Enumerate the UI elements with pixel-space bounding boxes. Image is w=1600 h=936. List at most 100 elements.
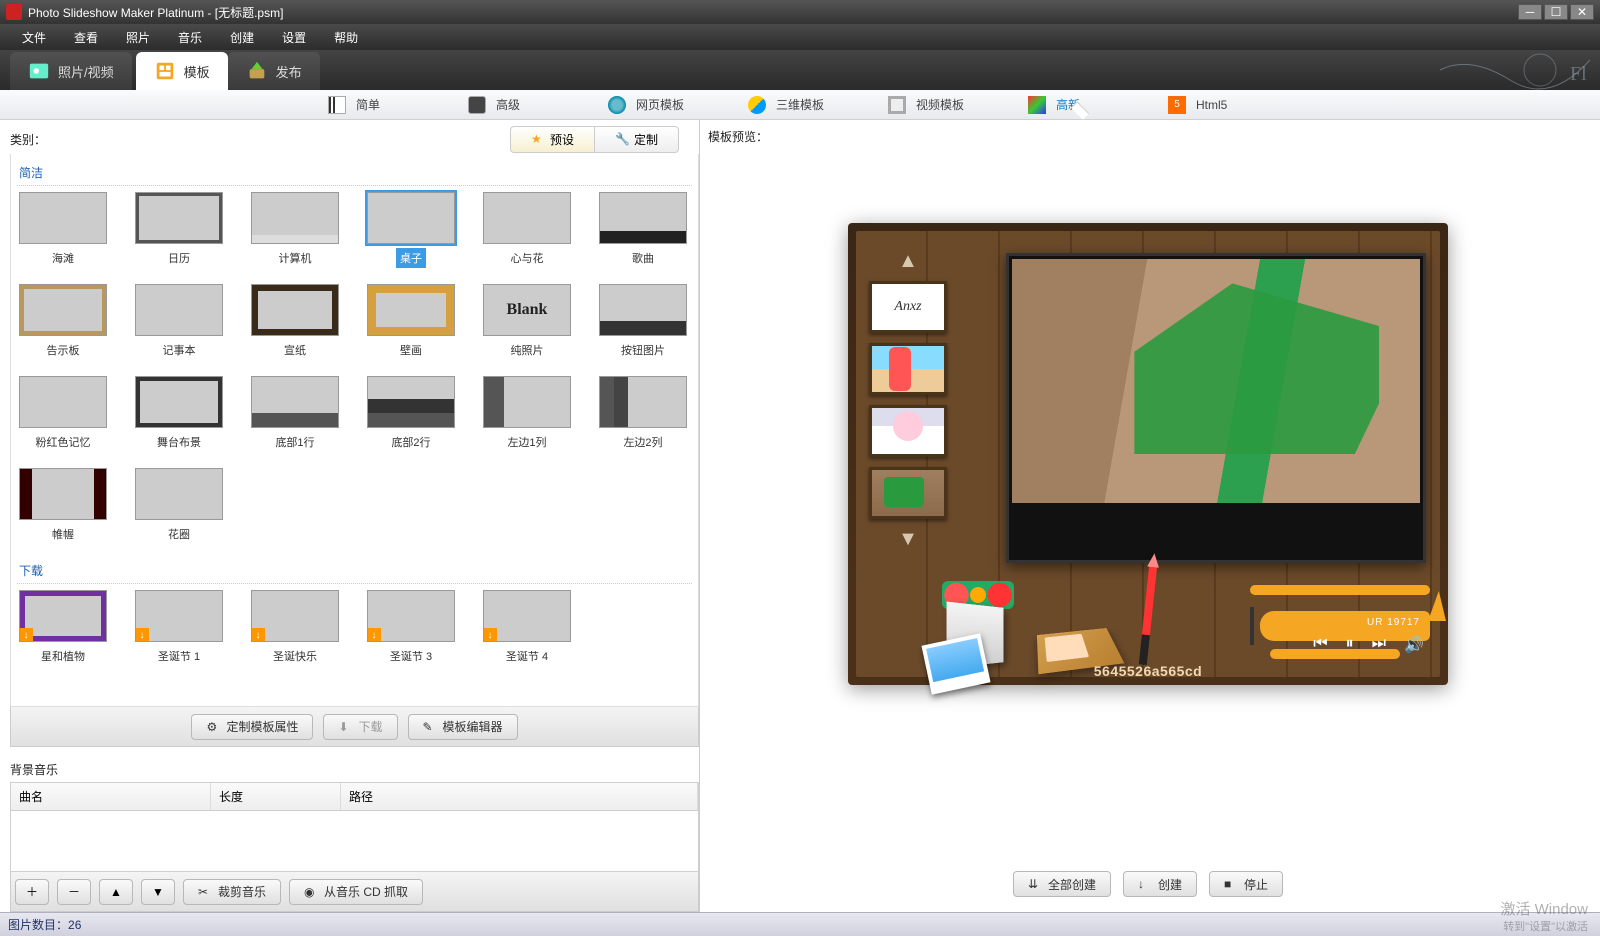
thumb-xmas4[interactable]: ↓圣诞节 4 — [481, 590, 573, 666]
subnav-simple[interactable]: 简单 — [310, 96, 450, 114]
tab-publish[interactable]: 发布 — [228, 52, 320, 90]
template-editor-button[interactable]: ✎模板编辑器 — [408, 714, 518, 740]
thumb-notebook[interactable]: 记事本 — [133, 284, 225, 360]
music-table[interactable]: 曲名 长度 路径 — [10, 782, 699, 872]
create-button[interactable]: ↓创建 — [1123, 871, 1197, 897]
preview-thumbnail-strip: ▲ Anxz ▼ — [858, 251, 958, 549]
category-clean: 简洁 — [17, 160, 692, 186]
template-type-nav: 简单 高级 网页模板 三维模板 视频模板 高新 5Html5 — [0, 90, 1600, 120]
status-count-label: 图片数目： — [8, 916, 68, 933]
move-up-button[interactable]: ▲ — [99, 879, 133, 905]
thumb-blank[interactable]: Blank纯照片 — [481, 284, 573, 360]
minimize-button[interactable]: ─ — [1518, 4, 1542, 20]
stop-button[interactable]: ■停止 — [1209, 871, 1283, 897]
thumb-desk[interactable]: 桌子 — [365, 192, 457, 268]
thumb-xmas1[interactable]: ↓圣诞节 1 — [133, 590, 225, 666]
col-song: 曲名 — [11, 783, 211, 810]
move-down-button[interactable]: ▼ — [141, 879, 175, 905]
subnav-advanced[interactable]: 高级 — [450, 96, 590, 114]
thumb-prev-button[interactable]: ▲ — [898, 251, 918, 271]
tab-photos-video[interactable]: 照片/视频 — [10, 52, 132, 90]
volume-button[interactable]: 🔊 — [1404, 635, 1424, 655]
thumb-stage[interactable]: 舞台布景 — [133, 376, 225, 452]
menu-bar: 文件 查看 照片 音乐 创建 设置 帮助 — [0, 24, 1600, 50]
thumb-wreath[interactable]: 花圈 — [133, 468, 225, 544]
subnav-video[interactable]: 视频模板 — [870, 96, 1010, 114]
thumb-beach[interactable]: 海滩 — [17, 192, 109, 268]
prev-track-button[interactable]: ⏮ — [1313, 635, 1327, 655]
menu-music[interactable]: 音乐 — [164, 25, 216, 50]
thumb-heart-flower[interactable]: 心与花 — [481, 192, 573, 268]
menu-view[interactable]: 查看 — [60, 25, 112, 50]
maximize-button[interactable]: ☐ — [1544, 4, 1568, 20]
download-badge-icon: ↓ — [19, 628, 33, 642]
preset-custom-tabs: ★预设 🔧定制 — [510, 126, 679, 153]
close-button[interactable]: ✕ — [1570, 4, 1594, 20]
download-button[interactable]: ⬇下载 — [323, 714, 397, 740]
thumb-curtain[interactable]: 帷幄 — [17, 468, 109, 544]
preview-thumb-4[interactable] — [869, 467, 947, 519]
subnav-3d[interactable]: 三维模板 — [730, 96, 870, 114]
thumb-left2[interactable]: 左边2列 — [597, 376, 689, 452]
thumb-next-button[interactable]: ▼ — [898, 529, 918, 549]
menu-help[interactable]: 帮助 — [320, 25, 372, 50]
thumb-star-plant[interactable]: ↓星和植物 — [17, 590, 109, 666]
thumb-song[interactable]: 歌曲 — [597, 192, 689, 268]
preview-thumb-1[interactable]: Anxz — [869, 281, 947, 333]
category-label: 类别： — [10, 127, 46, 152]
title-bar: Photo Slideshow Maker Platinum - [无标题.ps… — [0, 0, 1600, 24]
thumb-computer[interactable]: 计算机 — [249, 192, 341, 268]
tab-templates-label: 模板 — [184, 62, 210, 81]
templates-icon — [154, 60, 176, 82]
next-track-button[interactable]: ⏭ — [1372, 635, 1386, 655]
thumb-xmas-happy[interactable]: ↓圣诞快乐 — [249, 590, 341, 666]
thumb-bottom1[interactable]: 底部1行 — [249, 376, 341, 452]
preview-main-photo — [1006, 253, 1426, 563]
template-gallery[interactable]: 简洁 海滩 日历 计算机 桌子 心与花 歌曲 告示板 记事本 宣纸 壁画 Bla… — [10, 154, 699, 707]
menu-photo[interactable]: 照片 — [112, 25, 164, 50]
photos-icon — [28, 60, 50, 82]
thumb-button-image[interactable]: 按钮图片 — [597, 284, 689, 360]
minus-icon: － — [68, 883, 80, 900]
tab-templates[interactable]: 模板 — [136, 52, 228, 90]
thumb-left1[interactable]: 左边1列 — [481, 376, 573, 452]
menu-create[interactable]: 创建 — [216, 25, 268, 50]
create-all-button[interactable]: ⇊全部创建 — [1013, 871, 1111, 897]
thumb-pink-memory[interactable]: 粉红色记忆 — [17, 376, 109, 452]
thumb-board[interactable]: 告示板 — [17, 284, 109, 360]
custom-template-props-button[interactable]: ⚙定制模板属性 — [191, 714, 313, 740]
thumb-calendar[interactable]: 日历 — [133, 192, 225, 268]
music-actions: ＋ － ▲ ▼ ✂裁剪音乐 ◉从音乐 CD 抓取 — [10, 872, 699, 912]
preview-thumb-2[interactable] — [869, 343, 947, 395]
arrow-down-icon: ↓ — [1138, 877, 1152, 891]
arrow-up-icon: ▲ — [110, 885, 122, 899]
airplane-decoration — [1220, 571, 1460, 671]
thumb-xmas3[interactable]: ↓圣诞节 3 — [365, 590, 457, 666]
rip-cd-button[interactable]: ◉从音乐 CD 抓取 — [289, 879, 423, 905]
plus-icon: ＋ — [26, 883, 38, 900]
trim-music-button[interactable]: ✂裁剪音乐 — [183, 879, 281, 905]
tab-photos-label: 照片/视频 — [58, 62, 114, 81]
download-badge-icon: ↓ — [367, 628, 381, 642]
pill-preset[interactable]: ★预设 — [510, 126, 595, 153]
download-badge-icon: ↓ — [135, 628, 149, 642]
pill-custom[interactable]: 🔧定制 — [595, 126, 679, 153]
left-pane: 类别： ★预设 🔧定制 简洁 海滩 日历 计算机 桌子 心与花 歌曲 告示板 记… — [0, 120, 700, 912]
right-action-bar: ⇊全部创建 ↓创建 ■停止 — [706, 856, 1590, 912]
subnav-web[interactable]: 网页模板 — [590, 96, 730, 114]
thumbs-clean: 海滩 日历 计算机 桌子 心与花 歌曲 告示板 记事本 宣纸 壁画 Blank纯… — [17, 192, 692, 544]
preview-caption: 5645526a565cd — [848, 663, 1448, 679]
subnav-gaoxin[interactable]: 高新 — [1010, 96, 1150, 114]
remove-music-button[interactable]: － — [57, 879, 91, 905]
pause-button[interactable]: ⏸ — [1346, 635, 1354, 655]
subnav-html5[interactable]: 5Html5 — [1150, 96, 1290, 114]
tab-publish-label: 发布 — [276, 62, 302, 81]
menu-settings[interactable]: 设置 — [268, 25, 320, 50]
thumb-xuan[interactable]: 宣纸 — [249, 284, 341, 360]
thumb-bottom2[interactable]: 底部2行 — [365, 376, 457, 452]
preview-label: 模板预览： — [706, 124, 1590, 153]
menu-file[interactable]: 文件 — [8, 25, 60, 50]
thumb-wall[interactable]: 壁画 — [365, 284, 457, 360]
add-music-button[interactable]: ＋ — [15, 879, 49, 905]
preview-thumb-3[interactable] — [869, 405, 947, 457]
